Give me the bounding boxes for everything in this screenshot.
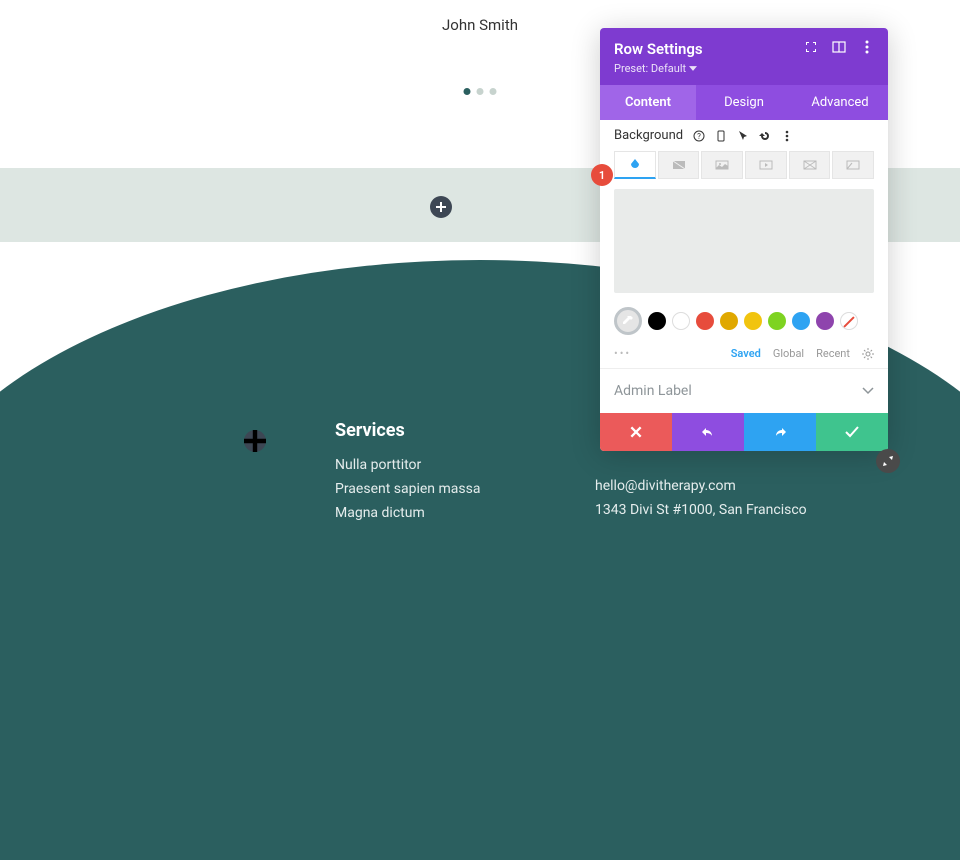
swatch-yellow[interactable] — [744, 312, 762, 330]
tab-content[interactable]: Content — [600, 85, 696, 120]
background-label: Background — [614, 128, 683, 143]
carousel-dots — [464, 88, 497, 95]
phone-icon[interactable] — [715, 130, 727, 142]
bg-type-video[interactable] — [745, 151, 787, 179]
contact-address: 1343 Divi St #1000, San Francisco — [595, 502, 807, 518]
bg-type-mask[interactable] — [832, 151, 874, 179]
swatch-amber[interactable] — [720, 312, 738, 330]
columns-icon[interactable] — [832, 40, 846, 54]
hover-icon[interactable] — [737, 130, 749, 142]
swatch-green[interactable] — [768, 312, 786, 330]
panel-header: Row Settings Preset: Default — [600, 28, 888, 85]
service-item[interactable]: Magna dictum — [335, 505, 480, 521]
help-icon[interactable]: ? — [693, 130, 705, 142]
chevron-down-icon — [862, 385, 874, 397]
background-section: Background ? — [600, 120, 888, 368]
service-item[interactable]: Nulla porttitor — [335, 457, 480, 473]
save-button[interactable] — [816, 413, 888, 451]
row-settings-panel: Row Settings Preset: Default Content Des… — [600, 28, 888, 451]
bg-type-gradient[interactable] — [658, 151, 700, 179]
dot-3[interactable] — [490, 88, 497, 95]
bg-type-pattern[interactable] — [789, 151, 831, 179]
menu-icon[interactable] — [781, 130, 793, 142]
more-icon[interactable] — [860, 40, 874, 54]
swatch-white[interactable] — [672, 312, 690, 330]
palette-saved[interactable]: Saved — [731, 347, 761, 360]
dot-2[interactable] — [477, 88, 484, 95]
swatch-black[interactable] — [648, 312, 666, 330]
palette-recent[interactable]: Recent — [816, 347, 850, 360]
notification-badge: 1 — [591, 164, 613, 186]
swatch-blue[interactable] — [792, 312, 810, 330]
tab-advanced[interactable]: Advanced — [792, 85, 888, 120]
panel-title: Row Settings — [614, 40, 703, 58]
palette-footer: ••• Saved Global Recent — [614, 347, 874, 360]
swatch-red[interactable] — [696, 312, 714, 330]
background-type-tabs — [614, 151, 874, 179]
palette-settings-icon[interactable] — [862, 348, 874, 360]
swatch-purple[interactable] — [816, 312, 834, 330]
panel-footer — [600, 413, 888, 451]
palette-global[interactable]: Global — [773, 347, 804, 360]
add-section-button[interactable] — [244, 430, 266, 452]
add-module-button[interactable] — [430, 196, 452, 218]
preset-selector[interactable]: Preset: Default — [614, 62, 703, 75]
contact-email[interactable]: hello@divitherapy.com — [595, 478, 807, 494]
admin-label-section[interactable]: Admin Label — [600, 368, 888, 413]
page-author: John Smith — [442, 16, 518, 34]
expand-panel-button[interactable] — [876, 449, 900, 473]
cancel-button[interactable] — [600, 413, 672, 451]
undo-button[interactable] — [672, 413, 744, 451]
tab-design[interactable]: Design — [696, 85, 792, 120]
color-swatches — [614, 307, 874, 335]
fullscreen-icon[interactable] — [804, 40, 818, 54]
reset-icon[interactable] — [759, 130, 771, 142]
swatch-transparent[interactable] — [840, 312, 858, 330]
panel-tabs: Content Design Advanced — [600, 85, 888, 120]
color-preview[interactable] — [614, 189, 874, 293]
more-palettes[interactable]: ••• — [614, 347, 631, 360]
eyedropper-swatch[interactable] — [614, 307, 642, 335]
dot-1[interactable] — [464, 88, 471, 95]
svg-text:?: ? — [697, 132, 701, 141]
services-heading: Services — [335, 420, 480, 441]
service-item[interactable]: Praesent sapien massa — [335, 481, 480, 497]
services-column: Services Nulla porttitor Praesent sapien… — [335, 420, 480, 529]
bg-type-image[interactable] — [701, 151, 743, 179]
bg-type-color[interactable] — [614, 151, 656, 179]
contact-column: hello@divitherapy.com 1343 Divi St #1000… — [595, 478, 807, 526]
redo-button[interactable] — [744, 413, 816, 451]
